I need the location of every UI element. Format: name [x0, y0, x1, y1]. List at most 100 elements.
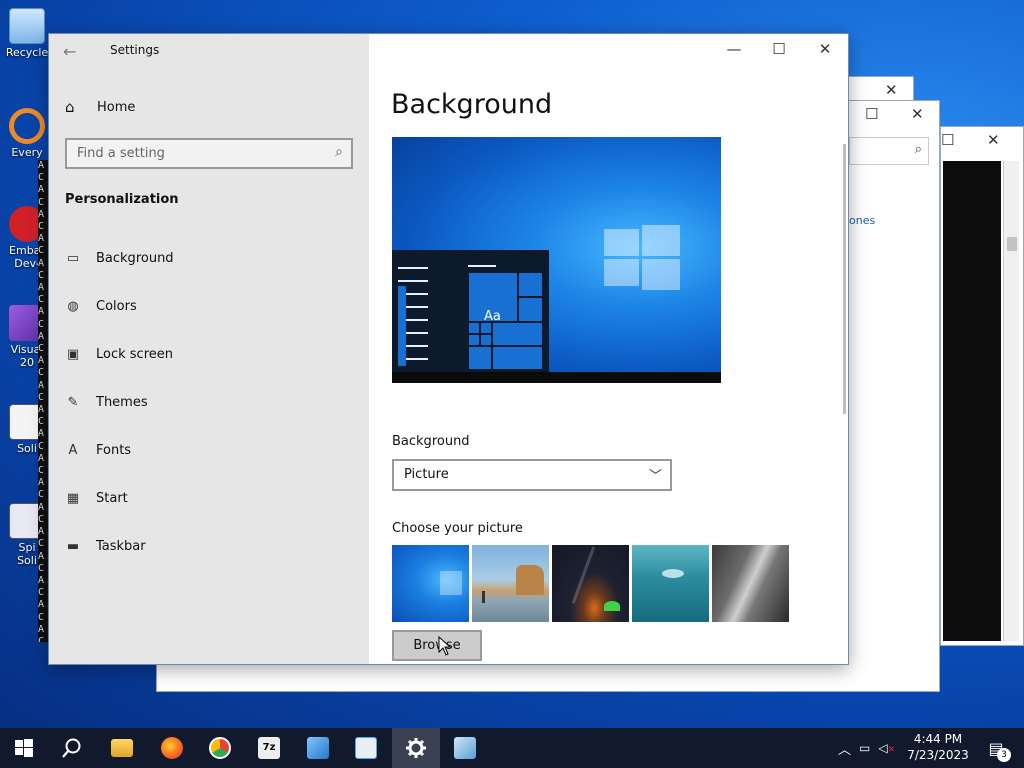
task-icon [454, 737, 476, 759]
page-title: Background [391, 89, 553, 120]
search-button[interactable] [48, 728, 96, 768]
firefox-icon [161, 737, 183, 759]
palette-icon: ◍ [67, 298, 79, 314]
start-icon: ▦ [66, 490, 80, 506]
taskbar-icon: ▬ [66, 538, 80, 554]
picture-thumbnail-3[interactable] [552, 545, 629, 622]
taskbar-firefox[interactable] [148, 728, 196, 768]
fonts-icon: A [68, 442, 78, 458]
everything-icon [9, 108, 45, 144]
taskbar-notepad[interactable] [342, 728, 390, 768]
search-input[interactable]: ⌕ [849, 137, 929, 165]
windows-logo-icon [604, 225, 680, 290]
gear-icon [406, 738, 426, 758]
maximize-button[interactable]: ☐ [764, 40, 794, 58]
picture-thumbnail-4[interactable] [632, 545, 709, 622]
maximize-icon[interactable]: ☐ [941, 131, 954, 149]
picture-thumbnail-1[interactable] [392, 545, 469, 622]
desktop-icon-recycle-bin[interactable]: Recycle [2, 8, 52, 59]
close-icon[interactable]: ✕ [911, 105, 924, 123]
taskbar-file-explorer[interactable] [98, 728, 146, 768]
7zip-icon: 7z [258, 737, 280, 759]
preview-start-menu: Aa [392, 250, 549, 374]
scrollbar-thumb[interactable] [1007, 237, 1017, 251]
taskbar-task-scheduler[interactable] [441, 728, 489, 768]
nav-item-label: Fonts [96, 442, 132, 458]
taskbar-settings[interactable] [392, 728, 440, 768]
nav-item-label: Taskbar [96, 538, 146, 554]
themes-icon: ✎ [67, 394, 79, 410]
recycle-bin-icon [9, 8, 45, 44]
picture-thumbnail-5[interactable] [712, 545, 789, 622]
nav-item-lock-screen[interactable]: ▣ Lock screen [65, 342, 173, 366]
notification-count-badge: 3 [997, 748, 1011, 762]
settings-nav-pane: ← Settings ⌂ Home Find a setting ⌕ Perso… [49, 34, 369, 664]
nav-item-themes[interactable]: ✎ Themes [65, 390, 148, 414]
console-output [943, 161, 1001, 641]
chevron-down-icon: ﹀ [648, 469, 662, 484]
find-setting-input[interactable]: Find a setting ⌕ [65, 138, 353, 169]
taskbar: 7z ︿ ▭ ◁✕ 4:44 PM 7/23/2023 ▤ 3 [0, 728, 1024, 768]
system-clock[interactable]: 4:44 PM 7/23/2023 [905, 731, 971, 763]
lock-screen-icon: ▣ [66, 346, 80, 362]
close-icon[interactable]: ✕ [987, 131, 1000, 149]
volume-muted-icon[interactable]: ◁✕ [878, 741, 895, 755]
desktop-icon-everything[interactable]: Every [2, 108, 52, 159]
close-icon[interactable]: ✕ [885, 81, 898, 99]
nav-item-background[interactable]: ▭ Background [65, 246, 174, 270]
desktop-icon-label: Every [11, 146, 43, 159]
clock-time: 4:44 PM [913, 732, 963, 746]
search-icon [62, 738, 81, 758]
nav-item-start[interactable]: ▦ Start [65, 486, 128, 510]
settings-window: ← Settings ⌂ Home Find a setting ⌕ Perso… [48, 33, 849, 665]
nav-section-title: Personalization [65, 192, 179, 207]
settings-content-pane: — ☐ ✕ Background Aa Background Picture ﹀… [369, 34, 848, 664]
close-button[interactable]: ✕ [810, 40, 840, 58]
nav-item-label: Start [96, 490, 128, 506]
nav-home[interactable]: ⌂ Home [65, 98, 135, 116]
link-text[interactable]: ones [849, 214, 875, 227]
picture-thumbnail-2[interactable] [472, 545, 549, 622]
desktop: Recycle Every Embar Dev- Visual 20 Soli … [0, 0, 1024, 728]
folder-icon [111, 739, 133, 757]
maximize-icon[interactable]: ☐ [865, 105, 878, 123]
system-tray: ︿ ▭ ◁✕ [838, 728, 895, 768]
nav-home-label: Home [97, 99, 136, 115]
nav-item-label: Colors [96, 298, 137, 314]
control-panel-icon [307, 737, 329, 759]
windows-logo-icon [15, 739, 33, 757]
chevron-up-icon[interactable]: ︿ [838, 739, 851, 758]
network-icon[interactable]: ▭ [859, 741, 870, 755]
window-title: Settings [110, 43, 160, 57]
nav-item-label: Background [96, 250, 174, 266]
choose-picture-label: Choose your picture [392, 521, 523, 536]
taskbar-control-panel[interactable] [294, 728, 342, 768]
taskbar-chrome[interactable] [196, 728, 244, 768]
nav-item-colors[interactable]: ◍ Colors [65, 294, 137, 318]
start-button[interactable] [0, 728, 48, 768]
desktop-icon-label: Recycle [5, 46, 49, 59]
minimize-button[interactable]: — [719, 40, 749, 58]
nav-item-taskbar[interactable]: ▬ Taskbar [65, 534, 146, 558]
search-placeholder: Find a setting [77, 146, 165, 161]
back-arrow-icon[interactable]: ← [63, 42, 76, 61]
search-icon: ⌕ [914, 142, 922, 157]
notification-center-button[interactable]: ▤ 3 [976, 728, 1016, 768]
home-icon: ⌂ [65, 98, 75, 116]
background-preview: Aa [392, 137, 721, 383]
background-window-3[interactable]: ☐ ✕ [940, 126, 1024, 646]
browse-button[interactable]: Browse [392, 630, 482, 661]
scrollbar[interactable] [1003, 161, 1019, 641]
search-icon: ⌕ [335, 144, 343, 160]
nav-item-label: Lock screen [96, 346, 173, 362]
picture-icon: ▭ [66, 250, 80, 266]
background-label: Background [392, 434, 470, 449]
content-scrollbar[interactable] [843, 144, 846, 414]
notepad-icon [355, 737, 377, 759]
nav-item-fonts[interactable]: A Fonts [65, 438, 132, 462]
taskbar-7zip[interactable]: 7z [245, 728, 293, 768]
clock-date: 7/23/2023 [907, 748, 969, 762]
nav-item-label: Themes [96, 394, 148, 410]
chrome-icon [209, 737, 231, 759]
background-type-select[interactable]: Picture ﹀ [392, 459, 672, 491]
